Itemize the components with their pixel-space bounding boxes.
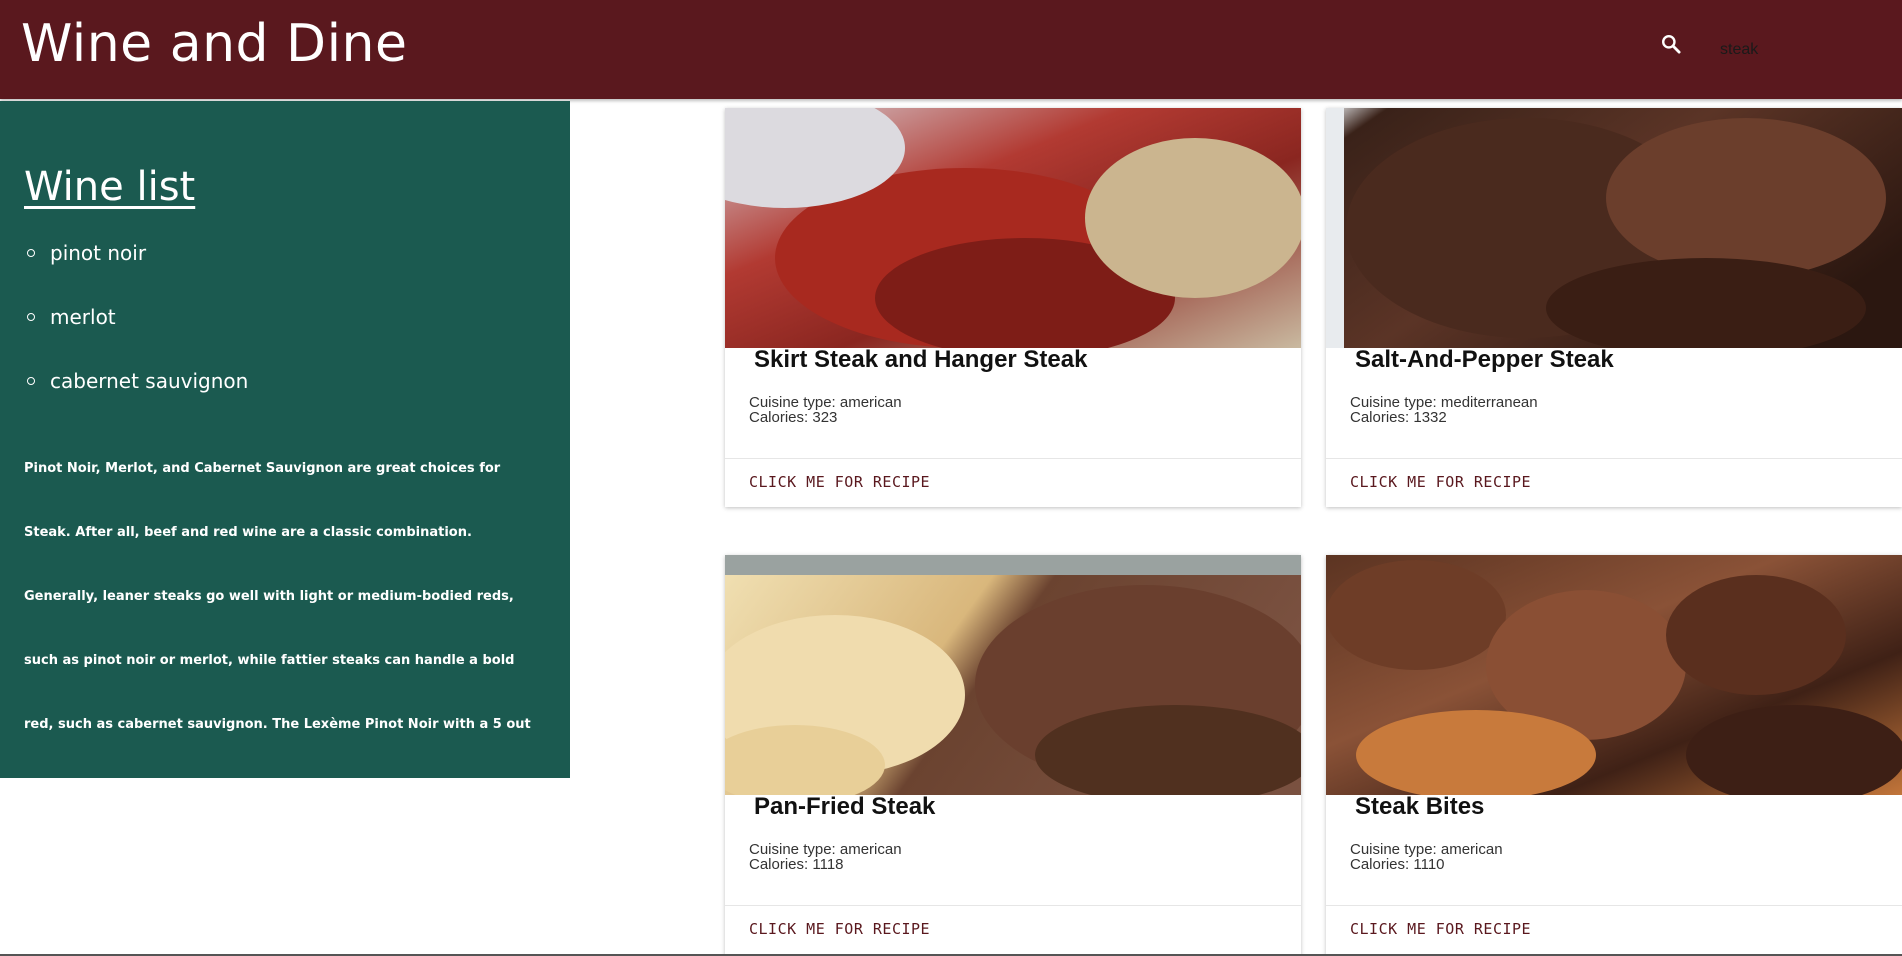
- recipe-card: Steak Bites Cuisine type: american Calor…: [1326, 555, 1902, 956]
- wine-list: pinot noir merlot cabernet sauvignon: [24, 242, 248, 434]
- wine-pairing-description: Pinot Noir, Merlot, and Cabernet Sauvign…: [24, 461, 538, 860]
- brand-title[interactable]: Wine and Dine: [21, 6, 408, 82]
- recipe-title: Skirt Steak and Hanger Steak: [754, 346, 1088, 373]
- recipe-link-button[interactable]: CLICK ME FOR RECIPE: [1350, 473, 1531, 491]
- recipe-link-button[interactable]: CLICK ME FOR RECIPE: [1350, 920, 1531, 938]
- recipe-link-button[interactable]: CLICK ME FOR RECIPE: [749, 473, 930, 491]
- recipe-title: Steak Bites: [1355, 793, 1485, 820]
- search-input[interactable]: [1720, 38, 1890, 62]
- wine-list-item: merlot: [24, 306, 248, 370]
- wine-list-title: Wine list: [24, 164, 196, 210]
- recipe-image[interactable]: [1326, 555, 1902, 795]
- recipe-meta: Cuisine type: american Calories: 1118: [749, 842, 902, 872]
- wine-list-item: cabernet sauvignon: [24, 370, 248, 434]
- card-divider: [725, 458, 1301, 459]
- card-divider: [1326, 458, 1902, 459]
- card-divider: [1326, 905, 1902, 906]
- recipe-card: Skirt Steak and Hanger Steak Cuisine typ…: [725, 108, 1301, 507]
- wine-sidebar: Wine list pinot noir merlot cabernet sau…: [0, 101, 570, 860]
- cuisine-type: Cuisine type: american: [1350, 841, 1503, 858]
- recipe-meta: Cuisine type: american Calories: 1110: [1350, 842, 1503, 872]
- calories: Calories: 1332: [1350, 409, 1447, 426]
- recipe-meta: Cuisine type: american Calories: 323: [749, 395, 902, 425]
- search-icon[interactable]: [1658, 31, 1684, 57]
- recipe-image[interactable]: [725, 555, 1301, 795]
- app-header: Wine and Dine: [0, 0, 1902, 99]
- calories: Calories: 1110: [1350, 856, 1445, 873]
- recipe-title: Salt-And-Pepper Steak: [1355, 346, 1614, 373]
- calories: Calories: 323: [749, 409, 838, 426]
- recipe-title: Pan-Fried Steak: [754, 793, 936, 820]
- calories: Calories: 1118: [749, 856, 844, 873]
- cuisine-type: Cuisine type: mediterranean: [1350, 394, 1538, 411]
- recipe-link-button[interactable]: CLICK ME FOR RECIPE: [749, 920, 930, 938]
- recipe-image[interactable]: [725, 108, 1301, 348]
- recipe-meta: Cuisine type: mediterranean Calories: 13…: [1350, 395, 1538, 425]
- cuisine-type: Cuisine type: american: [749, 841, 902, 858]
- card-divider: [725, 905, 1301, 906]
- recipe-image[interactable]: [1326, 108, 1902, 348]
- recipe-card: Salt-And-Pepper Steak Cuisine type: medi…: [1326, 108, 1902, 507]
- recipe-card: Pan-Fried Steak Cuisine type: american C…: [725, 555, 1301, 956]
- wine-list-item: pinot noir: [24, 242, 248, 306]
- cuisine-type: Cuisine type: american: [749, 394, 902, 411]
